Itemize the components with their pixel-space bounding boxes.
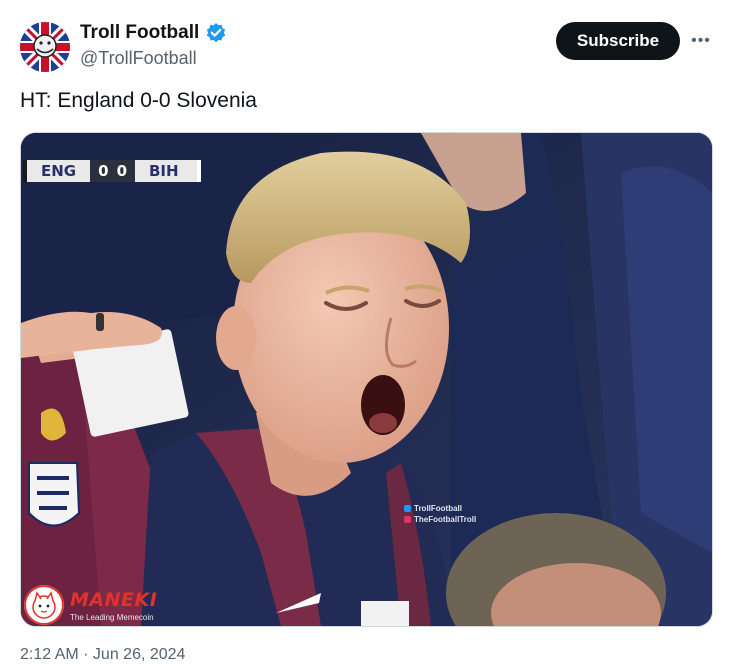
author-avatar[interactable] xyxy=(20,22,70,72)
sponsor-name: MANEKI xyxy=(70,588,158,611)
scorebug-home-team: ENG xyxy=(23,160,91,182)
scorebug-home-score: 0 xyxy=(98,162,109,180)
verified-badge-icon[interactable] xyxy=(205,22,227,44)
tweet-timestamp[interactable]: 2:12 AM · Jun 26, 2024 xyxy=(20,646,185,664)
sponsor-tagline: The Leading Memecoin xyxy=(70,612,154,622)
twitter-icon xyxy=(404,505,411,512)
author-handle[interactable]: @TrollFootball xyxy=(80,48,227,69)
author-name-row: Troll Football xyxy=(80,22,227,44)
tweet-media-image[interactable]: ENG 0 0 BIH TrollFootball TheFootballTro… xyxy=(20,132,713,627)
author-info: Troll Football @TrollFootball xyxy=(80,22,227,69)
scorebug: ENG 0 0 BIH xyxy=(23,160,201,182)
sponsor-watermark: MANEKI The Leading Memecoin xyxy=(24,585,157,625)
author-display-name[interactable]: Troll Football xyxy=(80,22,199,44)
yawning-player-photo xyxy=(21,133,712,626)
scorebug-away-team: BIH xyxy=(135,160,201,182)
maneki-cat-logo-icon xyxy=(24,585,64,625)
social-watermark: TrollFootball TheFootballTroll xyxy=(404,503,476,525)
subscribe-button[interactable]: Subscribe xyxy=(556,22,680,60)
union-jack-avatar-icon xyxy=(20,22,70,72)
scorebug-away-score: 0 xyxy=(116,162,127,180)
scorebug-score: 0 0 xyxy=(90,160,135,182)
instagram-icon xyxy=(404,516,411,523)
tweet: Troll Football @TrollFootball Subscribe … xyxy=(0,0,750,663)
watermark-twitter: TrollFootball xyxy=(414,504,462,513)
tweet-text: HT: England 0-0 Slovenia xyxy=(20,89,257,112)
more-options-icon[interactable]: ••• xyxy=(688,30,714,52)
watermark-instagram: TheFootballTroll xyxy=(414,515,477,524)
